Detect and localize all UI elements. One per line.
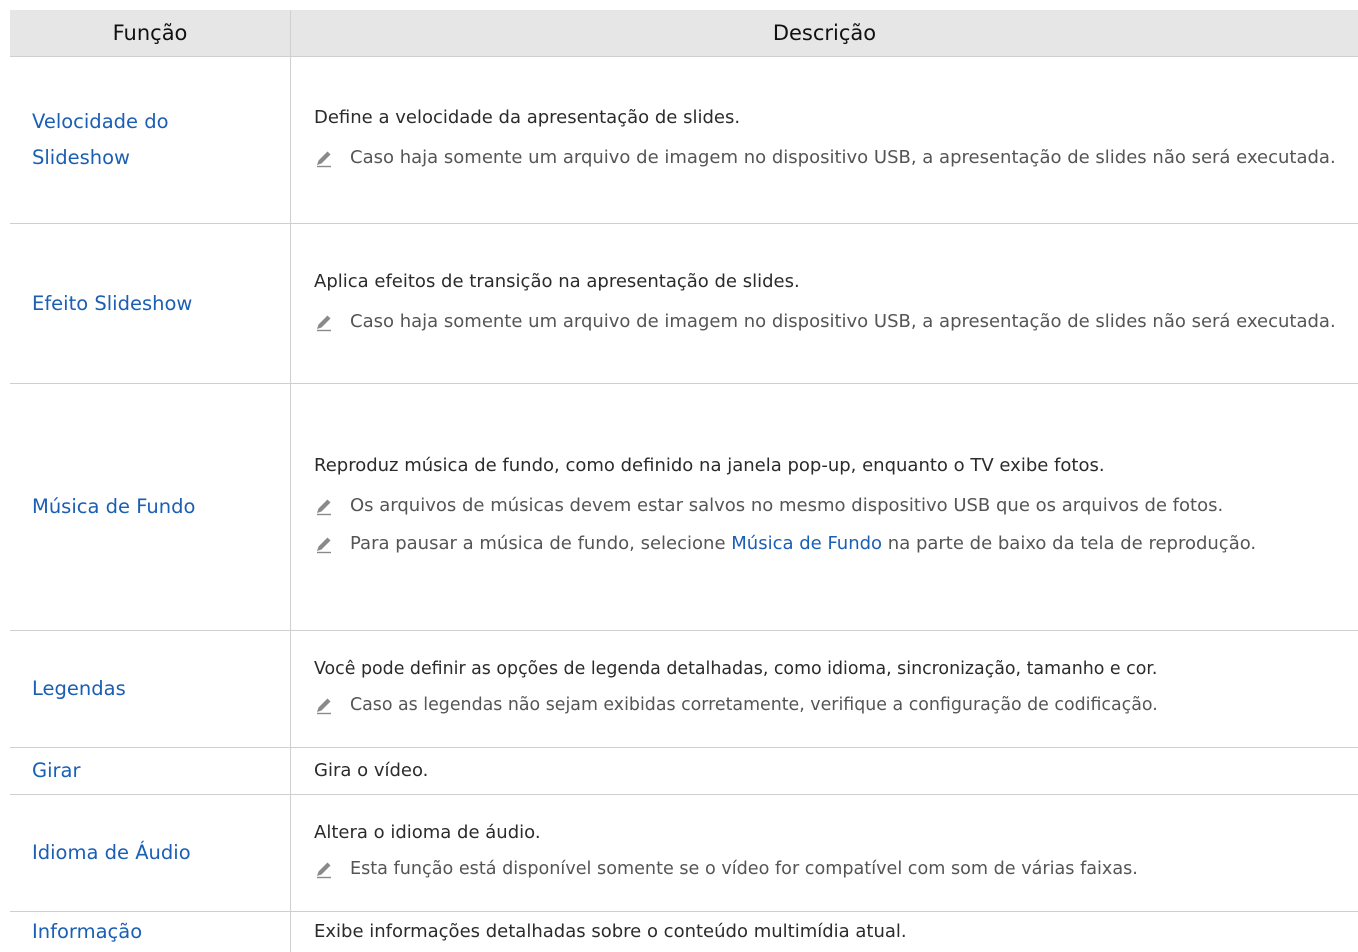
table-row: Velocidade do Slideshow Define a velocid… [10, 57, 1358, 224]
pencil-note-icon [314, 305, 350, 339]
function-cell: Velocidade do Slideshow [10, 57, 291, 224]
note: Para pausar a música de fundo, selecione… [314, 527, 1358, 561]
note: Esta função está disponível somente se o… [314, 852, 1358, 886]
description-text: Gira o vídeo. [314, 758, 1358, 784]
description-text: Reproduz música de fundo, como definido … [314, 453, 1358, 479]
note-text: Para pausar a música de fundo, selecione… [350, 527, 1358, 561]
function-link-background-music[interactable]: Música de Fundo [10, 489, 290, 525]
pencil-note-icon [314, 852, 350, 886]
function-link-information[interactable]: Informação [10, 914, 290, 950]
function-cell: Legendas [10, 631, 291, 748]
function-link-subtitles[interactable]: Legendas [10, 671, 290, 707]
background-music-link[interactable]: Música de Fundo [731, 533, 882, 554]
note-text: Esta função está disponível somente se o… [350, 852, 1358, 886]
function-link-rotate[interactable]: Girar [10, 753, 290, 789]
function-cell: Informação [10, 912, 291, 952]
pencil-note-icon [314, 141, 350, 175]
description-text: Exibe informações detalhadas sobre o con… [314, 919, 1358, 945]
pencil-note-icon [314, 489, 350, 523]
description-cell: Exibe informações detalhadas sobre o con… [291, 912, 1358, 952]
function-link-slideshow-effect[interactable]: Efeito Slideshow [10, 286, 290, 322]
note: Os arquivos de músicas devem estar salvo… [314, 489, 1358, 523]
description-text: Altera o idioma de áudio. [314, 820, 1358, 846]
note-text: Caso haja somente um arquivo de imagem n… [350, 141, 1358, 175]
header-function: Função [10, 10, 291, 57]
description-text: Você pode definir as opções de legenda d… [314, 656, 1358, 682]
function-link-audio-language[interactable]: Idioma de Áudio [10, 835, 290, 871]
header-description: Descrição [291, 10, 1358, 57]
note-text: Caso haja somente um arquivo de imagem n… [350, 305, 1358, 339]
table-row: Girar Gira o vídeo. [10, 748, 1358, 795]
description-cell: Altera o idioma de áudio. Esta função es… [291, 795, 1358, 912]
description-cell: Define a velocidade da apresentação de s… [291, 57, 1358, 224]
note-text-after: na parte de baixo da tela de reprodução. [882, 533, 1256, 554]
note-text: Os arquivos de músicas devem estar salvo… [350, 489, 1358, 523]
description-cell: Reproduz música de fundo, como definido … [291, 384, 1358, 631]
table-row: Música de Fundo Reproduz música de fundo… [10, 384, 1358, 631]
function-cell: Efeito Slideshow [10, 224, 291, 384]
description-cell: Você pode definir as opções de legenda d… [291, 631, 1358, 748]
description-cell: Aplica efeitos de transição na apresenta… [291, 224, 1358, 384]
note: Caso haja somente um arquivo de imagem n… [314, 141, 1358, 175]
table-row: Legendas Você pode definir as opções de … [10, 631, 1358, 748]
table-row: Idioma de Áudio Altera o idioma de áudio… [10, 795, 1358, 912]
function-cell: Girar [10, 748, 291, 795]
note: Caso haja somente um arquivo de imagem n… [314, 305, 1358, 339]
function-link-slideshow-speed[interactable]: Velocidade do Slideshow [10, 104, 232, 176]
table-row: Efeito Slideshow Aplica efeitos de trans… [10, 224, 1358, 384]
table-header-row: Função Descrição [10, 10, 1358, 57]
description-text: Aplica efeitos de transição na apresenta… [314, 269, 1358, 295]
pencil-note-icon [314, 527, 350, 561]
description-cell: Gira o vídeo. [291, 748, 1358, 795]
table-row: Informação Exibe informações detalhadas … [10, 912, 1358, 952]
function-cell: Música de Fundo [10, 384, 291, 631]
functions-table: Função Descrição Velocidade do Slideshow… [10, 10, 1358, 952]
note-text: Caso as legendas não sejam exibidas corr… [350, 688, 1358, 722]
description-text: Define a velocidade da apresentação de s… [314, 105, 1358, 131]
function-cell: Idioma de Áudio [10, 795, 291, 912]
note-text-before: Para pausar a música de fundo, selecione [350, 533, 731, 554]
note: Caso as legendas não sejam exibidas corr… [314, 688, 1358, 722]
pencil-note-icon [314, 688, 350, 722]
